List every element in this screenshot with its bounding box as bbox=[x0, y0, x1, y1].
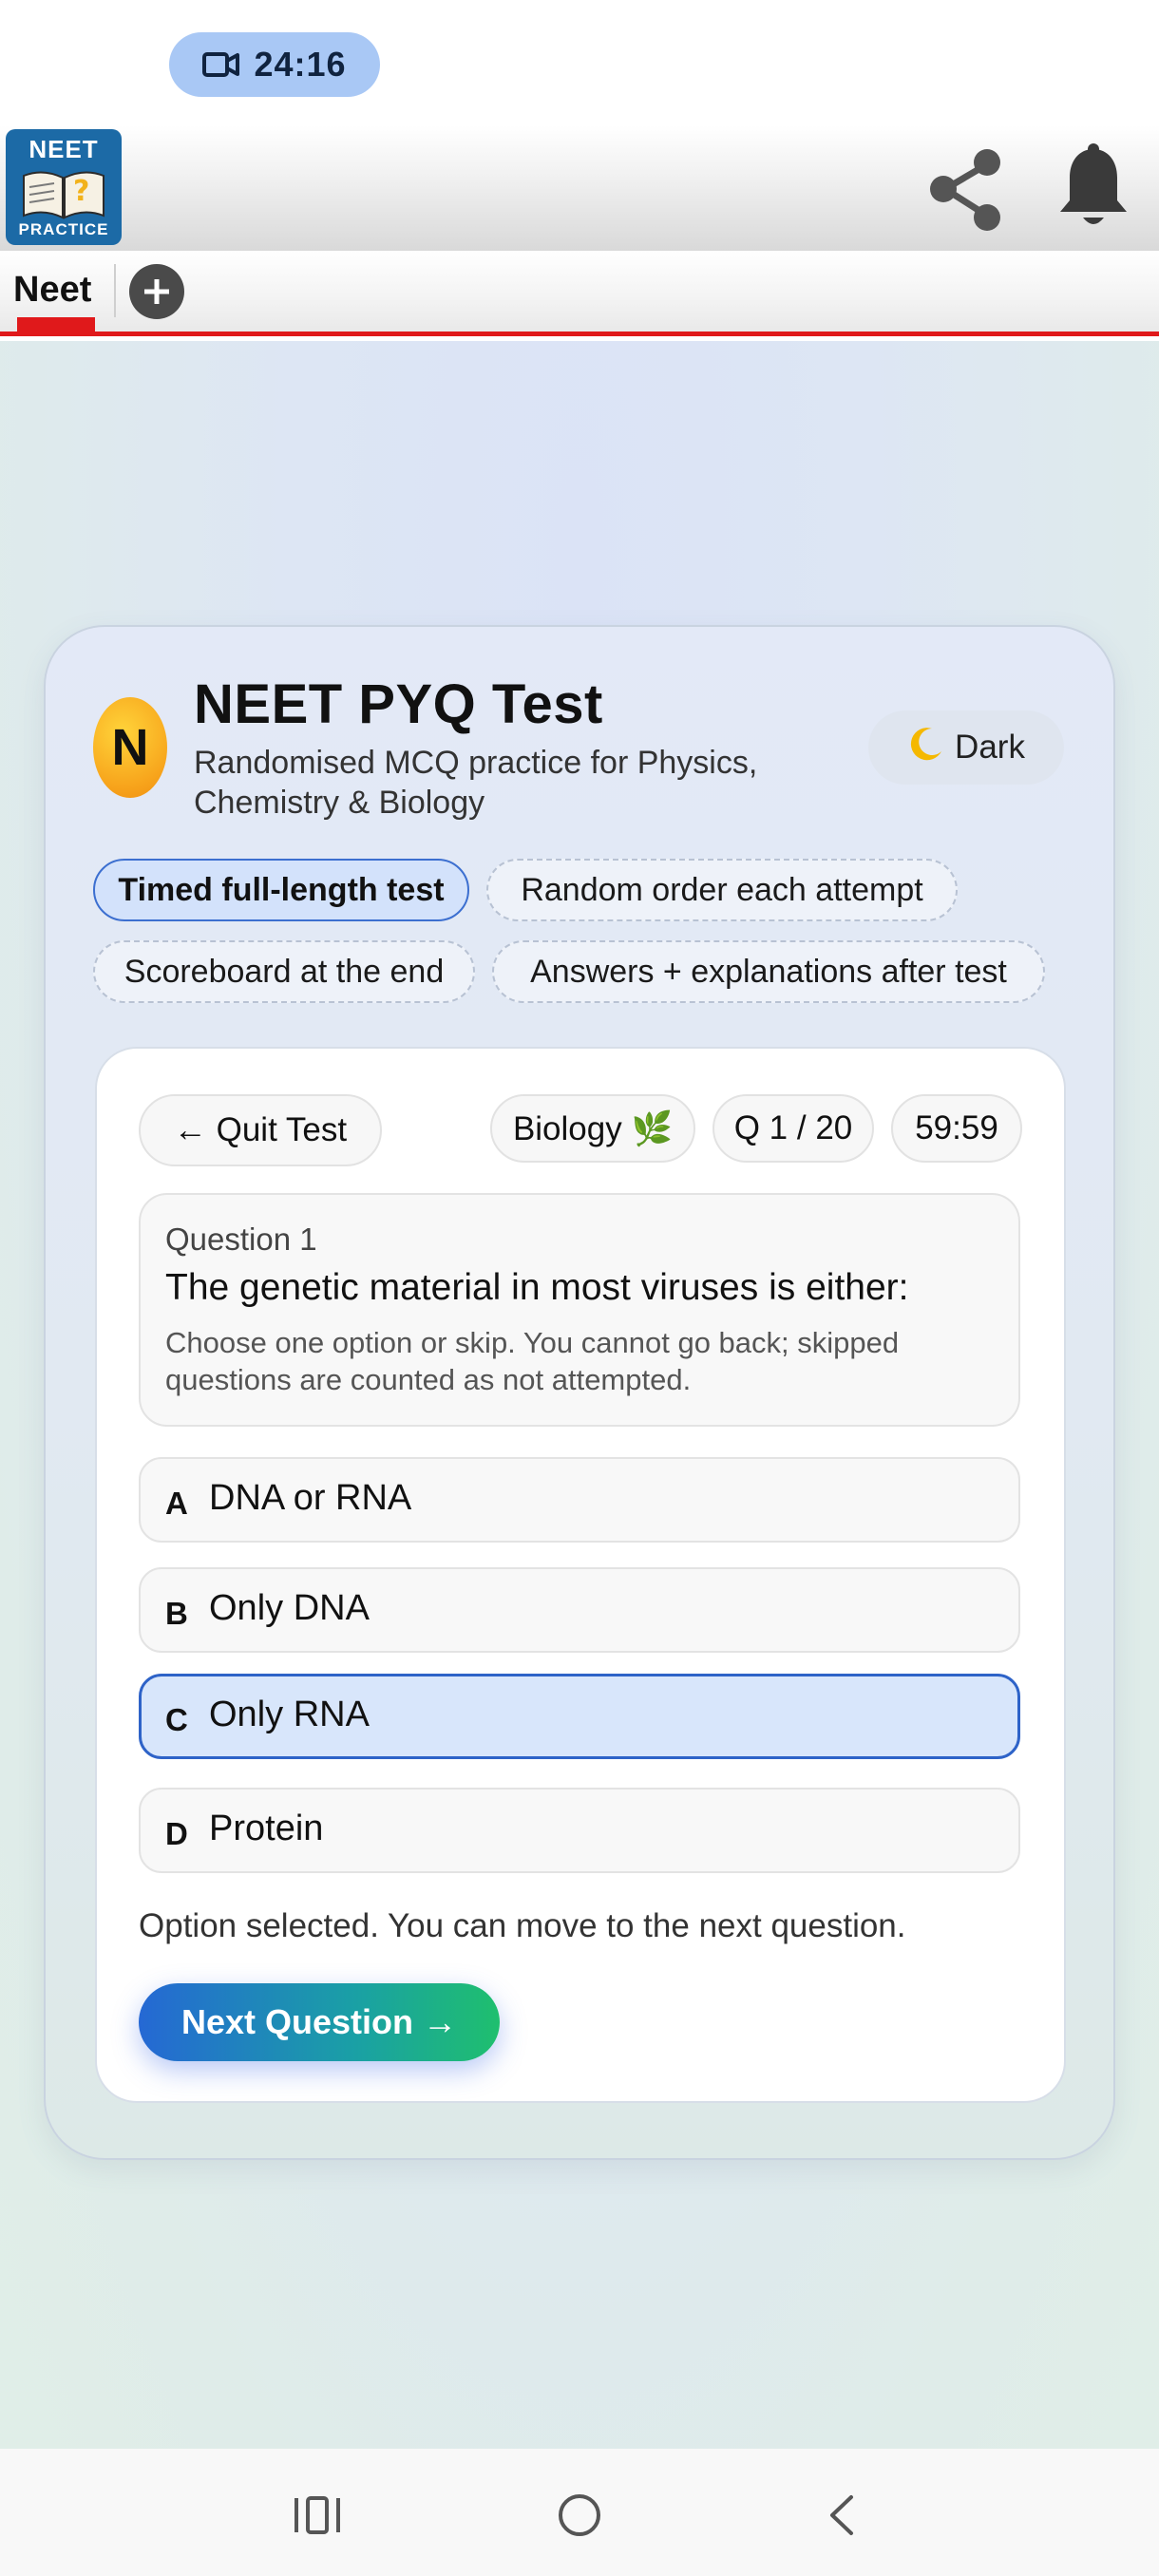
svg-text:?: ? bbox=[73, 175, 89, 208]
plus-circle-icon[interactable] bbox=[129, 264, 184, 319]
selection-status: Option selected. You can move to the nex… bbox=[139, 1907, 906, 1944]
moon-icon bbox=[907, 725, 945, 771]
feature-chip-scoreboard[interactable]: Scoreboard at the end bbox=[93, 940, 475, 1003]
dark-mode-label: Dark bbox=[955, 729, 1025, 766]
option-d-letter: D bbox=[165, 1816, 188, 1851]
app-badge: N bbox=[93, 697, 167, 798]
active-tab-indicator bbox=[17, 317, 95, 332]
feature-chip-random[interactable]: Random order each attempt bbox=[486, 859, 958, 921]
feature-chip-answers[interactable]: Answers + explanations after test bbox=[492, 940, 1045, 1003]
option-c-text: Only RNA bbox=[209, 1695, 370, 1734]
share-icon[interactable] bbox=[914, 137, 1018, 241]
dark-mode-toggle[interactable]: Dark bbox=[868, 710, 1064, 785]
option-b-letter: B bbox=[165, 1596, 188, 1631]
app-logo: NEET ? PRACTICE bbox=[6, 129, 122, 245]
app-header: NEET ? PRACTICE bbox=[0, 125, 1159, 251]
logo-top-text: NEET bbox=[28, 135, 99, 163]
question-label: Question 1 bbox=[165, 1222, 317, 1257]
next-question-button[interactable]: Next Question → bbox=[139, 1983, 500, 2061]
bell-icon[interactable] bbox=[1041, 137, 1146, 241]
logo-bottom-text: PRACTICE bbox=[18, 220, 109, 238]
option-c-letter: C bbox=[165, 1702, 188, 1737]
system-nav-bar bbox=[0, 2449, 1159, 2576]
page-title: NEET PYQ Test bbox=[194, 673, 603, 735]
timer: 59:59 bbox=[891, 1094, 1022, 1163]
quit-test-button[interactable]: ← Quit Test bbox=[139, 1094, 382, 1166]
feature-chip-timed[interactable]: Timed full-length test bbox=[93, 859, 469, 921]
status-bar: 24:16 bbox=[0, 0, 1159, 125]
book-icon: ? bbox=[18, 166, 109, 226]
video-camera-icon bbox=[202, 50, 240, 79]
back-icon[interactable] bbox=[804, 2477, 880, 2553]
recording-time: 24:16 bbox=[254, 45, 347, 84]
page-subtitle: Randomised MCQ practice for Physics, Che… bbox=[194, 745, 758, 821]
option-b-text: Only DNA bbox=[209, 1588, 370, 1628]
question-text: The genetic material in most viruses is … bbox=[165, 1267, 909, 1308]
screen-recording-indicator[interactable]: 24:16 bbox=[169, 32, 380, 97]
home-icon[interactable] bbox=[542, 2477, 618, 2553]
option-d-text: Protein bbox=[209, 1809, 324, 1848]
tab-divider bbox=[114, 264, 116, 317]
question-counter: Q 1 / 20 bbox=[712, 1094, 874, 1163]
option-a-text: DNA or RNA bbox=[209, 1478, 412, 1518]
subject-badge: Biology 🌿 bbox=[490, 1094, 695, 1163]
tab-neet[interactable]: Neet bbox=[13, 270, 91, 311]
option-a-letter: A bbox=[165, 1486, 188, 1521]
question-hint: Choose one option or skip. You cannot go… bbox=[165, 1326, 900, 1396]
recents-icon[interactable] bbox=[279, 2477, 355, 2553]
